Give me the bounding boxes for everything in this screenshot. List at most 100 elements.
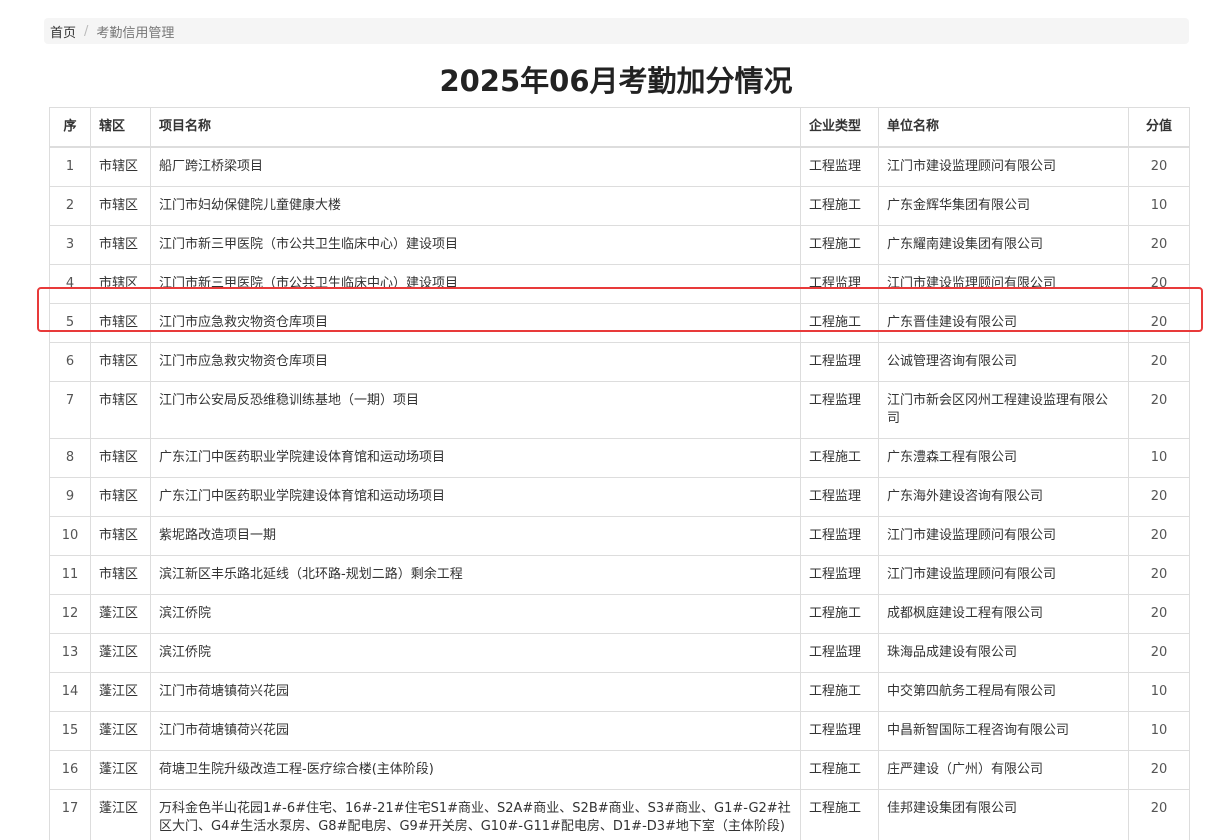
cell-company: 广东晋佳建设有限公司 <box>878 303 1129 343</box>
cell-district: 市辖区 <box>90 225 151 265</box>
cell-project: 江门市荷塘镇荷兴花园 <box>150 672 801 712</box>
header-company: 单位名称 <box>878 107 1129 148</box>
cell-district: 市辖区 <box>90 186 151 226</box>
cell-district: 蓬江区 <box>90 789 151 840</box>
cell-district: 市辖区 <box>90 146 151 187</box>
cell-type: 工程监理 <box>800 342 879 382</box>
cell-score: 20 <box>1128 594 1190 634</box>
cell-index: 15 <box>49 711 91 751</box>
cell-district: 市辖区 <box>90 438 151 478</box>
table-row: 13 蓬江区 滨江侨院 工程监理 珠海品成建设有限公司 20 <box>49 633 1190 673</box>
cell-company: 广东耀南建设集团有限公司 <box>878 225 1129 265</box>
header-project: 项目名称 <box>150 107 801 148</box>
cell-company: 江门市建设监理顾问有限公司 <box>878 516 1129 556</box>
header-type: 企业类型 <box>800 107 879 148</box>
cell-type: 工程监理 <box>800 477 879 517</box>
cell-type: 工程监理 <box>800 146 879 187</box>
cell-company: 江门市建设监理顾问有限公司 <box>878 555 1129 595</box>
cell-project: 万科金色半山花园1#-6#住宅、16#-21#住宅S1#商业、S2A#商业、S2… <box>150 789 801 840</box>
cell-type: 工程监理 <box>800 555 879 595</box>
breadcrumb-home-link[interactable]: 首页 <box>50 22 76 41</box>
table-row: 16 蓬江区 荷塘卫生院升级改造工程-医疗综合楼(主体阶段) 工程施工 庄严建设… <box>49 750 1190 790</box>
cell-score: 20 <box>1128 264 1190 304</box>
cell-score: 20 <box>1128 477 1190 517</box>
cell-index: 12 <box>49 594 91 634</box>
cell-district: 蓬江区 <box>90 750 151 790</box>
cell-project: 滨江新区丰乐路北延线（北环路-规划二路）剩余工程 <box>150 555 801 595</box>
cell-index: 16 <box>49 750 91 790</box>
cell-company: 江门市建设监理顾问有限公司 <box>878 146 1129 187</box>
table-row: 6 市辖区 江门市应急救灾物资仓库项目 工程监理 公诚管理咨询有限公司 20 <box>49 342 1190 382</box>
table-row: 1 市辖区 船厂跨江桥梁项目 工程监理 江门市建设监理顾问有限公司 20 <box>49 146 1190 187</box>
table-row: 8 市辖区 广东江门中医药职业学院建设体育馆和运动场项目 工程施工 广东澧森工程… <box>49 438 1190 478</box>
cell-company: 庄严建设（广州）有限公司 <box>878 750 1129 790</box>
cell-score: 20 <box>1128 789 1190 840</box>
cell-score: 20 <box>1128 146 1190 187</box>
cell-index: 8 <box>49 438 91 478</box>
cell-index: 11 <box>49 555 91 595</box>
cell-project: 江门市应急救灾物资仓库项目 <box>150 342 801 382</box>
table-row: 7 市辖区 江门市公安局反恐维稳训练基地（一期）项目 工程监理 江门市新会区冈州… <box>49 381 1190 439</box>
cell-project: 江门市公安局反恐维稳训练基地（一期）项目 <box>150 381 801 439</box>
cell-project: 滨江侨院 <box>150 594 801 634</box>
cell-company: 中交第四航务工程局有限公司 <box>878 672 1129 712</box>
cell-score: 10 <box>1128 186 1190 226</box>
cell-score: 20 <box>1128 516 1190 556</box>
cell-index: 10 <box>49 516 91 556</box>
cell-project: 江门市荷塘镇荷兴花园 <box>150 711 801 751</box>
cell-index: 14 <box>49 672 91 712</box>
cell-index: 3 <box>49 225 91 265</box>
cell-score: 20 <box>1128 555 1190 595</box>
cell-index: 17 <box>49 789 91 840</box>
table-row: 12 蓬江区 滨江侨院 工程施工 成都枫庭建设工程有限公司 20 <box>49 594 1190 634</box>
cell-project: 江门市新三甲医院（市公共卫生临床中心）建设项目 <box>150 225 801 265</box>
cell-type: 工程监理 <box>800 381 879 439</box>
table-row: 15 蓬江区 江门市荷塘镇荷兴花园 工程监理 中昌新智国际工程咨询有限公司 10 <box>49 711 1190 751</box>
cell-district: 蓬江区 <box>90 672 151 712</box>
page: 首页 / 考勤信用管理 2025年06月考勤加分情况 序 辖区 项目名称 企业类… <box>0 0 1232 840</box>
cell-type: 工程施工 <box>800 594 879 634</box>
cell-district: 市辖区 <box>90 381 151 439</box>
cell-project: 紫坭路改造项目一期 <box>150 516 801 556</box>
cell-score: 20 <box>1128 633 1190 673</box>
cell-index: 7 <box>49 381 91 439</box>
table-row: 4 市辖区 江门市新三甲医院（市公共卫生临床中心）建设项目 工程监理 江门市建设… <box>49 264 1190 304</box>
cell-district: 市辖区 <box>90 342 151 382</box>
cell-company: 广东澧森工程有限公司 <box>878 438 1129 478</box>
cell-district: 蓬江区 <box>90 711 151 751</box>
score-table: 序 辖区 项目名称 企业类型 单位名称 分值 1 市辖区 船厂跨江桥梁项目 工程… <box>49 107 1190 840</box>
header-score: 分值 <box>1128 107 1190 148</box>
cell-index: 13 <box>49 633 91 673</box>
cell-score: 20 <box>1128 381 1190 439</box>
cell-type: 工程施工 <box>800 750 879 790</box>
cell-project: 船厂跨江桥梁项目 <box>150 146 801 187</box>
cell-company: 成都枫庭建设工程有限公司 <box>878 594 1129 634</box>
cell-company: 珠海品成建设有限公司 <box>878 633 1129 673</box>
cell-project: 江门市新三甲医院（市公共卫生临床中心）建设项目 <box>150 264 801 304</box>
cell-score: 20 <box>1128 342 1190 382</box>
cell-type: 工程监理 <box>800 516 879 556</box>
table-row: 10 市辖区 紫坭路改造项目一期 工程监理 江门市建设监理顾问有限公司 20 <box>49 516 1190 556</box>
cell-score: 10 <box>1128 711 1190 751</box>
cell-score: 20 <box>1128 303 1190 343</box>
table-row: 2 市辖区 江门市妇幼保健院儿童健康大楼 工程施工 广东金辉华集团有限公司 10 <box>49 186 1190 226</box>
table-body: 1 市辖区 船厂跨江桥梁项目 工程监理 江门市建设监理顾问有限公司 20 2 市… <box>49 146 1190 840</box>
cell-type: 工程施工 <box>800 672 879 712</box>
cell-company: 广东海外建设咨询有限公司 <box>878 477 1129 517</box>
cell-company: 江门市新会区冈州工程建设监理有限公司 <box>878 381 1129 439</box>
cell-company: 公诚管理咨询有限公司 <box>878 342 1129 382</box>
cell-district: 市辖区 <box>90 264 151 304</box>
table-header-row: 序 辖区 项目名称 企业类型 单位名称 分值 <box>49 107 1190 148</box>
cell-district: 市辖区 <box>90 477 151 517</box>
cell-index: 4 <box>49 264 91 304</box>
cell-score: 20 <box>1128 750 1190 790</box>
cell-score: 20 <box>1128 225 1190 265</box>
cell-index: 1 <box>49 146 91 187</box>
cell-project: 广东江门中医药职业学院建设体育馆和运动场项目 <box>150 438 801 478</box>
cell-type: 工程监理 <box>800 711 879 751</box>
cell-district: 市辖区 <box>90 303 151 343</box>
cell-company: 佳邦建设集团有限公司 <box>878 789 1129 840</box>
table-row: 17 蓬江区 万科金色半山花园1#-6#住宅、16#-21#住宅S1#商业、S2… <box>49 789 1190 840</box>
cell-project: 滨江侨院 <box>150 633 801 673</box>
cell-index: 2 <box>49 186 91 226</box>
